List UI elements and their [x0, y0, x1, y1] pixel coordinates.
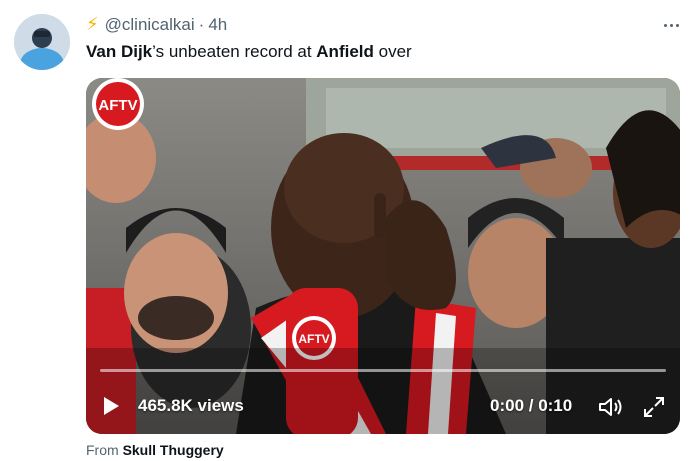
- volume-icon[interactable]: [598, 396, 624, 418]
- header-separator: ·: [198, 14, 205, 34]
- video-controls: 465.8K views 0:00 / 0:10: [86, 378, 680, 434]
- tweet-header: ⚡ @clinicalkai · 4h: [86, 14, 227, 35]
- bolt-emoji-icon: ⚡: [86, 14, 99, 34]
- tweet-text: Van Dijk’s unbeaten record at Anfield ov…: [86, 42, 412, 62]
- more-options-icon[interactable]: [658, 14, 684, 36]
- video-timer: 0:00 / 0:10: [490, 396, 573, 415]
- avatar[interactable]: [14, 14, 70, 70]
- video-player[interactable]: AFTV AFTV 465.8K views 0:00 / 0:10: [86, 78, 680, 434]
- attribution-source[interactable]: Skull Thuggery: [123, 442, 224, 458]
- author-handle[interactable]: @clinicalkai: [105, 15, 195, 35]
- tweet-text-part-2: ’s unbeaten record at: [152, 42, 317, 61]
- fullscreen-icon[interactable]: [642, 395, 666, 419]
- tweet-text-bold-1: Van Dijk: [86, 42, 153, 61]
- tweet-text-part-4: over: [373, 42, 412, 61]
- tweet-text-bold-2: Anfield: [316, 42, 374, 61]
- view-count: 465.8K views: [138, 396, 244, 415]
- video-progress-bar[interactable]: [100, 369, 666, 372]
- attribution-prefix: From: [86, 442, 119, 458]
- play-icon[interactable]: [102, 396, 124, 418]
- avatar-image: [14, 14, 70, 70]
- tweet-card[interactable]: ⚡ @clinicalkai · 4h Van Dijk’s unbeaten …: [0, 0, 700, 461]
- media-attribution: From Skull Thuggery: [86, 442, 224, 458]
- mic-logo-text: AFTV: [298, 332, 329, 346]
- tweet-timestamp[interactable]: 4h: [208, 15, 227, 35]
- aftv-badge-text: AFTV: [98, 97, 137, 114]
